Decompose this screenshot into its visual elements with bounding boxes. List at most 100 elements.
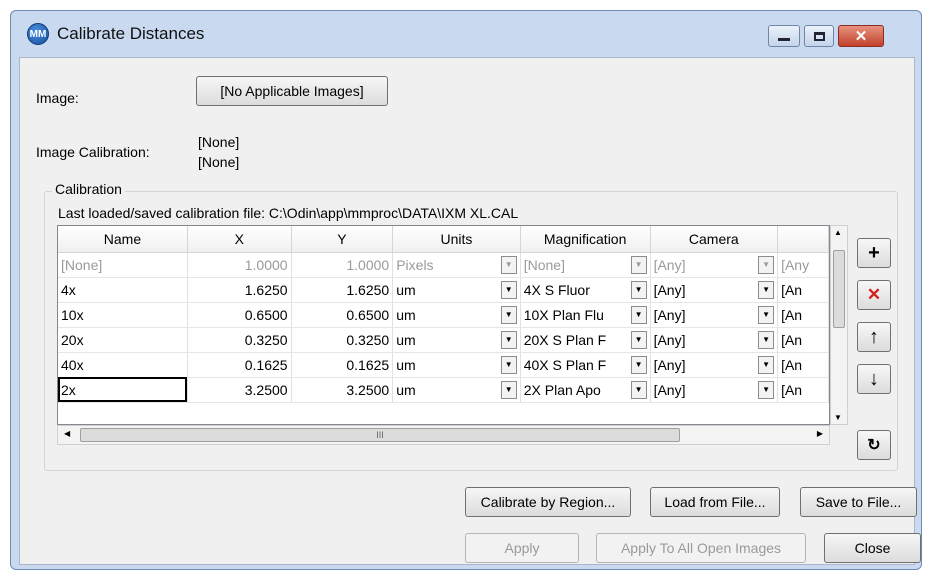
cell-magnification[interactable]: 10X Plan Flu ▼: [520, 302, 651, 328]
cell-camera[interactable]: [Any] ▼: [650, 377, 779, 403]
cell-name[interactable]: 2x: [58, 377, 188, 403]
dropdown-arrow-icon[interactable]: ▼: [500, 330, 517, 349]
cell-magnification-value: 2X Plan Apo: [523, 381, 601, 398]
scroll-right-icon[interactable]: ▶: [817, 429, 823, 438]
cell-name[interactable]: 20x: [58, 327, 188, 353]
dropdown-arrow-icon[interactable]: ▼: [758, 305, 775, 324]
cell-units[interactable]: um ▼: [392, 327, 521, 353]
cell-units[interactable]: um ▼: [392, 352, 521, 378]
dropdown-arrow-icon[interactable]: ▼: [758, 330, 775, 349]
load-from-file-button[interactable]: Load from File...: [650, 487, 780, 517]
cell-name[interactable]: 10x: [58, 302, 188, 328]
cell-extra[interactable]: [An: [777, 277, 829, 303]
cell-y[interactable]: 1.0000: [291, 252, 394, 278]
cell-camera[interactable]: [Any] ▼: [650, 327, 779, 353]
dropdown-arrow-icon[interactable]: ▼: [630, 305, 647, 324]
cell-x[interactable]: 0.1625: [187, 352, 292, 378]
column-header-magnification[interactable]: Magnification: [520, 226, 651, 253]
cell-extra[interactable]: [Any: [777, 252, 829, 278]
dropdown-arrow-icon[interactable]: ▼: [630, 380, 647, 399]
vertical-scroll-thumb[interactable]: [833, 250, 845, 328]
dropdown-arrow-icon[interactable]: ▼: [630, 255, 647, 274]
cell-magnification[interactable]: 20X S Plan F ▼: [520, 327, 651, 353]
cell-y[interactable]: 0.3250: [291, 327, 394, 353]
table-row[interactable]: 20x 0.3250 0.3250 um ▼ 20X S Plan F ▼ [Any] ▼ [An: [58, 327, 829, 353]
move-up-button[interactable]: ↑: [857, 322, 891, 352]
dropdown-arrow-icon[interactable]: ▼: [500, 355, 517, 374]
cell-units[interactable]: Pixels ▼: [392, 252, 521, 278]
cell-x[interactable]: 1.6250: [187, 277, 292, 303]
dropdown-arrow-icon[interactable]: ▼: [630, 355, 647, 374]
table-row[interactable]: [None] 1.0000 1.0000 Pixels ▼ [None] ▼ [Any] ▼ [A…: [58, 252, 829, 278]
table-row[interactable]: 10x 0.6500 0.6500 um ▼ 10X Plan Flu ▼ [Any] ▼ [An: [58, 302, 829, 328]
column-header-name[interactable]: Name: [58, 226, 188, 253]
move-down-button[interactable]: ↓: [857, 364, 891, 394]
cell-name[interactable]: 40x: [58, 352, 188, 378]
cell-magnification[interactable]: 4X S Fluor ▼: [520, 277, 651, 303]
reset-calibrations-button[interactable]: ↻: [857, 430, 891, 460]
cell-x[interactable]: 1.0000: [187, 252, 292, 278]
scroll-up-icon[interactable]: ▲: [834, 228, 842, 237]
apply-to-all-button[interactable]: Apply To All Open Images: [596, 533, 806, 563]
column-header-camera[interactable]: Camera: [650, 226, 779, 253]
cell-extra[interactable]: [An: [777, 377, 829, 403]
dropdown-arrow-icon[interactable]: ▼: [630, 280, 647, 299]
table-row[interactable]: 2x 3.2500 3.2500 um ▼ 2X Plan Apo ▼ [Any] ▼ [An: [58, 377, 829, 403]
dropdown-arrow-icon[interactable]: ▼: [758, 255, 775, 274]
save-to-file-button[interactable]: Save to File...: [800, 487, 917, 517]
scroll-left-icon[interactable]: ◀: [64, 429, 70, 438]
cell-magnification[interactable]: 40X S Plan F ▼: [520, 352, 651, 378]
column-header-x[interactable]: X: [187, 226, 292, 253]
cell-x[interactable]: 3.2500: [187, 377, 292, 403]
cell-units[interactable]: um ▼: [392, 377, 521, 403]
close-window-button[interactable]: ✕: [838, 25, 884, 47]
cell-units[interactable]: um ▼: [392, 302, 521, 328]
table-row[interactable]: 40x 0.1625 0.1625 um ▼ 40X S Plan F ▼ [Any] ▼ [An: [58, 352, 829, 378]
cell-extra[interactable]: [An: [777, 302, 829, 328]
dropdown-arrow-icon[interactable]: ▼: [500, 255, 517, 274]
dropdown-arrow-icon[interactable]: ▼: [500, 380, 517, 399]
cell-y[interactable]: 1.6250: [291, 277, 394, 303]
calibrate-by-region-button[interactable]: Calibrate by Region...: [465, 487, 631, 517]
horizontal-scroll-thumb[interactable]: III: [80, 428, 680, 442]
dropdown-arrow-icon[interactable]: ▼: [758, 380, 775, 399]
title-bar[interactable]: MM Calibrate Distances ✕: [11, 11, 921, 57]
cell-y[interactable]: 0.6500: [291, 302, 394, 328]
column-header-y[interactable]: Y: [291, 226, 394, 253]
cell-magnification[interactable]: 2X Plan Apo ▼: [520, 377, 651, 403]
cell-camera[interactable]: [Any] ▼: [650, 277, 779, 303]
cell-x[interactable]: 0.6500: [187, 302, 292, 328]
dropdown-arrow-icon[interactable]: ▼: [500, 280, 517, 299]
column-header-units[interactable]: Units: [392, 226, 521, 253]
cell-x[interactable]: 0.3250: [187, 327, 292, 353]
cell-y[interactable]: 0.1625: [291, 352, 394, 378]
add-calibration-button[interactable]: +: [857, 238, 891, 268]
minimize-button[interactable]: [768, 25, 800, 47]
table-vertical-scrollbar[interactable]: ▲ ▼: [830, 225, 848, 425]
close-button[interactable]: Close: [824, 533, 921, 563]
cell-y[interactable]: 3.2500: [291, 377, 394, 403]
table-horizontal-scrollbar[interactable]: ◀ III ▶: [57, 425, 830, 445]
column-header-extra[interactable]: [777, 226, 829, 253]
table-row[interactable]: 4x 1.6250 1.6250 um ▼ 4X S Fluor ▼ [Any] ▼ [An: [58, 277, 829, 303]
apply-button[interactable]: Apply: [465, 533, 579, 563]
dropdown-arrow-icon[interactable]: ▼: [758, 280, 775, 299]
dropdown-arrow-icon[interactable]: ▼: [758, 355, 775, 374]
cell-camera[interactable]: [Any] ▼: [650, 252, 779, 278]
cell-camera[interactable]: [Any] ▼: [650, 302, 779, 328]
delete-calibration-button[interactable]: ✕: [857, 280, 891, 310]
cell-name[interactable]: 4x: [58, 277, 188, 303]
cell-camera-value: [Any]: [653, 331, 686, 348]
dropdown-arrow-icon[interactable]: ▼: [500, 305, 517, 324]
cell-extra[interactable]: [An: [777, 352, 829, 378]
dropdown-arrow-icon[interactable]: ▼: [630, 330, 647, 349]
maximize-button[interactable]: [804, 25, 834, 47]
cell-units[interactable]: um ▼: [392, 277, 521, 303]
calibration-table[interactable]: Name X Y Units Magnification Camera [Non…: [57, 225, 830, 425]
image-select-button[interactable]: [No Applicable Images]: [196, 76, 388, 106]
cell-extra[interactable]: [An: [777, 327, 829, 353]
cell-magnification[interactable]: [None] ▼: [520, 252, 651, 278]
cell-camera[interactable]: [Any] ▼: [650, 352, 779, 378]
scroll-down-icon[interactable]: ▼: [834, 413, 842, 422]
cell-name[interactable]: [None]: [58, 252, 188, 278]
